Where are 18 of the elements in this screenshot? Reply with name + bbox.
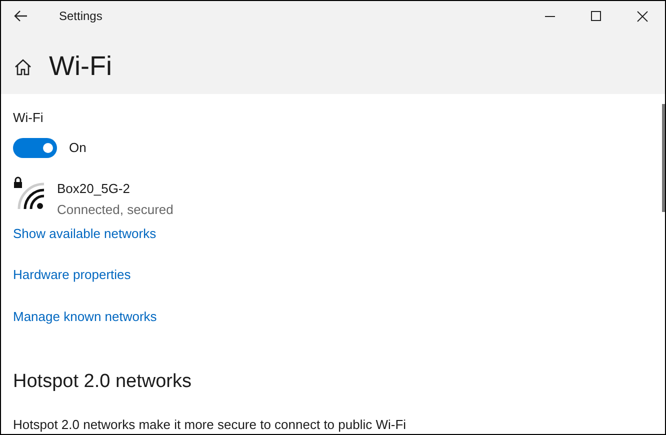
home-icon[interactable] — [14, 58, 32, 76]
close-icon — [636, 10, 648, 22]
wifi-label: Wi-Fi — [13, 109, 44, 127]
page-title: Wi-Fi — [49, 53, 112, 80]
secured-wifi-signal-icon — [13, 176, 45, 210]
section-description: Hotspot 2.0 networks make it more secure to connect to public Wi-Fi — [13, 416, 408, 434]
wifi-toggle[interactable] — [13, 138, 57, 158]
settings-link[interactable]: Show available networks — [13, 224, 156, 243]
back-icon — [14, 10, 28, 22]
window-title: Settings — [59, 8, 102, 25]
section-heading: Hotspot 2.0 networks — [13, 370, 192, 394]
scrollbar[interactable] — [662, 104, 665, 212]
settings-link[interactable]: Manage known networks — [13, 306, 157, 326]
network-name: Box20_5G-2 — [57, 180, 131, 198]
settings-link[interactable]: Hardware properties — [13, 265, 131, 284]
maximize-icon — [591, 11, 601, 21]
network-status: Connected, secured — [57, 201, 174, 219]
toggle-state: On — [69, 138, 86, 157]
